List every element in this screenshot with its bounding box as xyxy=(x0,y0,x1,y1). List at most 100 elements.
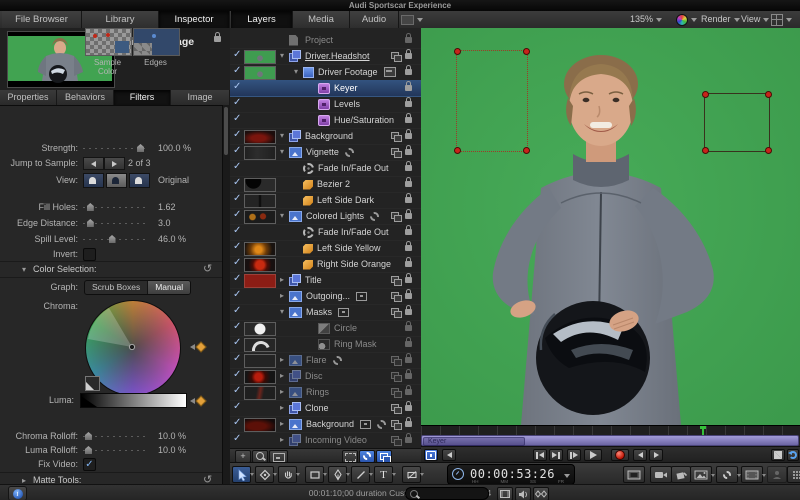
layer-checkbox[interactable]: ✓ xyxy=(233,369,241,380)
timecode-display[interactable]: 00:00:53:26 HHMMSSFR xyxy=(447,464,575,485)
show-audio-tracks-button[interactable] xyxy=(515,487,531,500)
disclosure-triangle[interactable]: ▸ xyxy=(280,352,289,368)
lock-icon[interactable] xyxy=(405,117,412,123)
invert-checkbox[interactable] xyxy=(83,248,96,261)
layer-checkbox[interactable]: ✓ xyxy=(233,49,241,60)
full-screen-button[interactable] xyxy=(623,466,645,483)
selection-handle[interactable] xyxy=(523,147,530,154)
disclosure-triangle[interactable]: ▸ xyxy=(280,368,289,384)
layer-row-project[interactable]: Project xyxy=(230,32,421,49)
disclosure-triangle[interactable]: ▾ xyxy=(280,208,289,224)
add-filter-button[interactable] xyxy=(741,466,763,483)
next-sample-button[interactable] xyxy=(104,157,125,170)
view-menu-button[interactable]: View xyxy=(741,11,769,28)
layer-checkbox[interactable]: ✓ xyxy=(233,241,241,252)
reset-icon[interactable]: ↺ xyxy=(203,262,212,277)
add-image-button[interactable] xyxy=(690,466,712,483)
disclosure-triangle[interactable]: ▸ xyxy=(280,384,289,400)
disclosure-triangle[interactable]: ▸ xyxy=(280,288,289,304)
select-transform-tool[interactable] xyxy=(232,466,251,483)
paint-button[interactable] xyxy=(671,466,691,483)
add-behavior-button[interactable] xyxy=(716,466,738,483)
frame-icon[interactable] xyxy=(338,308,349,317)
chroma-keyframe-control[interactable] xyxy=(190,343,205,351)
step-back-button[interactable] xyxy=(633,449,647,461)
lock-icon[interactable] xyxy=(405,373,412,379)
tab-library[interactable]: Library xyxy=(82,11,159,28)
lock-icon[interactable] xyxy=(405,69,412,75)
lock-icon[interactable] xyxy=(405,325,412,331)
channels-button[interactable] xyxy=(676,11,697,28)
view-silhouette-button[interactable] xyxy=(106,173,127,188)
go-to-start-button[interactable] xyxy=(533,449,547,461)
fill-holes-slider[interactable] xyxy=(83,203,145,212)
expand-timeline-button[interactable] xyxy=(771,449,785,461)
layer-checkbox[interactable]: ✓ xyxy=(233,417,241,428)
layer-checkbox[interactable]: ✓ xyxy=(233,81,241,92)
manual-option[interactable]: Manual xyxy=(148,281,190,294)
tab-behaviors[interactable]: Behaviors xyxy=(57,90,114,105)
adjust-item-tool[interactable] xyxy=(255,466,274,483)
layer-row-left-side-yellow[interactable]: ✓Left Side Yellow xyxy=(230,240,421,257)
lock-icon[interactable] xyxy=(405,245,412,251)
view-composite-button[interactable] xyxy=(129,173,150,188)
layer-row-hue-saturation[interactable]: ✓Hue/Saturation xyxy=(230,112,421,129)
lock-icon[interactable] xyxy=(405,309,412,315)
disclosure-triangle[interactable]: ▾ xyxy=(280,144,289,160)
render-menu-button[interactable]: Render xyxy=(701,11,740,28)
lock-icon[interactable] xyxy=(214,36,221,42)
import-camera-button[interactable] xyxy=(650,466,672,483)
lock-icon[interactable] xyxy=(405,37,412,43)
bezier-tool[interactable] xyxy=(328,466,347,483)
zoom-level-button[interactable]: 135% xyxy=(630,11,662,28)
lock-icon[interactable] xyxy=(405,277,412,283)
layer-row-driver-headshot[interactable]: ✓▾Driver.Headshot xyxy=(230,48,421,65)
layer-row-circle[interactable]: ✓Circle xyxy=(230,320,421,337)
layer-checkbox[interactable]: ✓ xyxy=(233,257,241,268)
layer-row-flare[interactable]: ✓▸Flare xyxy=(230,352,421,369)
strength-value[interactable]: 100.0 % xyxy=(158,141,191,155)
layout-menu-button[interactable] xyxy=(771,11,792,28)
selection-handle[interactable] xyxy=(702,147,709,154)
layer-checkbox[interactable]: ✓ xyxy=(233,161,241,172)
gear-icon[interactable] xyxy=(345,148,354,157)
play-button[interactable] xyxy=(584,449,602,461)
tab-inspector[interactable]: Inspector xyxy=(159,11,230,28)
lock-icon[interactable] xyxy=(405,293,412,299)
record-button[interactable] xyxy=(611,449,629,461)
lock-icon[interactable] xyxy=(405,261,412,267)
color-selection-header[interactable]: ▾ Color Selection: ↺ xyxy=(0,261,230,278)
tab-filters[interactable]: Filters xyxy=(114,90,171,105)
timeline-track[interactable]: Keyer xyxy=(421,435,799,446)
previous-marker-button[interactable] xyxy=(442,449,456,461)
lock-icon[interactable] xyxy=(405,181,412,187)
tab-media[interactable]: Media xyxy=(293,11,350,28)
layer-row-rings[interactable]: ✓▸Rings xyxy=(230,384,421,401)
lock-icon[interactable] xyxy=(405,165,412,171)
tab-layers[interactable]: Layers xyxy=(231,11,293,28)
scrub-boxes-option[interactable]: Scrub Boxes xyxy=(85,281,148,294)
layer-row-vignette[interactable]: ✓▾Vignette xyxy=(230,144,421,161)
chroma-rolloff-value[interactable]: 10.0 % xyxy=(158,429,186,443)
fill-holes-value[interactable]: 1.62 xyxy=(158,200,176,214)
layer-checkbox[interactable]: ✓ xyxy=(233,209,241,220)
disclosure-triangle[interactable]: ▸ xyxy=(280,272,289,288)
selection-handle[interactable] xyxy=(454,48,461,55)
mask-tool[interactable] xyxy=(402,466,421,483)
spill-level-slider[interactable] xyxy=(83,235,145,244)
tab-image[interactable]: Image xyxy=(171,90,230,105)
pan-tool[interactable] xyxy=(278,466,297,483)
disclosure-triangle[interactable]: ▾ xyxy=(280,128,289,144)
layer-row-colored-lights[interactable]: ✓▾Colored Lights xyxy=(230,208,421,225)
selection-box-left[interactable] xyxy=(456,50,528,152)
disclosure-triangle[interactable]: ▾ xyxy=(280,304,289,320)
layer-checkbox[interactable]: ✓ xyxy=(233,385,241,396)
lock-icon[interactable] xyxy=(405,405,412,411)
strength-slider[interactable] xyxy=(83,144,145,153)
disclosure-triangle[interactable]: ▸ xyxy=(280,416,289,432)
layer-checkbox[interactable]: ✓ xyxy=(233,65,241,76)
layer-row-background[interactable]: ✓▾Background xyxy=(230,128,421,145)
layer-row-bezier-2[interactable]: ✓Bezier 2 xyxy=(230,176,421,193)
lock-icon[interactable] xyxy=(405,85,412,91)
lock-icon[interactable] xyxy=(405,213,412,219)
